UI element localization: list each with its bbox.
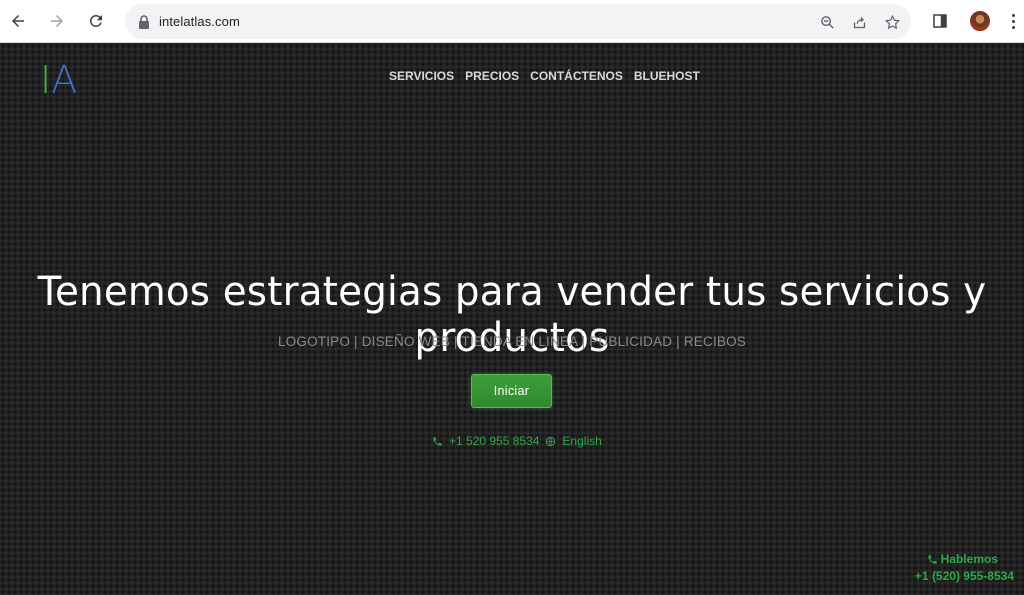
browser-toolbar: intelatlas.com — [0, 0, 1024, 43]
nav-precios[interactable]: PRECIOS — [465, 69, 519, 83]
nav-servicios[interactable]: SERVICIOS — [389, 69, 454, 83]
menu-kebab-icon — [1011, 13, 1015, 29]
language-link[interactable]: English — [562, 434, 601, 448]
hero-subtitle: LOGOTIPO | DISEÑO WEB | TIENDA EN LINEA … — [277, 334, 747, 349]
share-icon — [853, 16, 865, 28]
globe-icon — [546, 436, 556, 446]
address-bar[interactable]: intelatlas.com — [125, 4, 911, 39]
floating-contact[interactable]: Hablemos +1 (520) 955-8534 — [915, 551, 1014, 585]
float-phone[interactable]: +1 (520) 955-8534 — [915, 568, 1014, 585]
forward-button[interactable] — [44, 8, 70, 34]
float-label: Hablemos — [940, 552, 998, 566]
back-button[interactable] — [5, 8, 31, 34]
main-nav: SERVICIOS PRECIOS CONTÁCTENOS BLUEHOST — [389, 69, 700, 83]
nav-contactenos[interactable]: CONTÁCTENOS — [530, 69, 623, 83]
profile-button[interactable] — [967, 8, 993, 34]
share-button[interactable] — [849, 12, 869, 32]
forward-icon — [51, 15, 63, 27]
zoom-icon — [820, 15, 834, 29]
start-button[interactable]: Iniciar — [471, 374, 552, 408]
bookmark-star-icon — [884, 14, 900, 29]
reload-icon — [90, 14, 102, 27]
phone-icon — [928, 555, 937, 564]
back-icon — [12, 15, 24, 27]
landing-page: IA SERVICIOS PRECIOS CONTÁCTENOS BLUEHOS… — [0, 43, 1024, 595]
bookmark-button[interactable] — [882, 12, 902, 32]
nav-bluehost[interactable]: BLUEHOST — [634, 69, 700, 83]
side-panel-button[interactable] — [927, 8, 953, 34]
profile-avatar — [970, 11, 990, 31]
url-text[interactable]: intelatlas.com — [159, 14, 240, 29]
reload-button[interactable] — [83, 8, 109, 34]
phone-icon — [433, 436, 442, 446]
lock-icon — [139, 15, 149, 29]
zoom-button[interactable] — [817, 12, 837, 32]
phone-link[interactable]: +1 520 955 8534 — [449, 434, 539, 448]
browser-menu-button[interactable] — [1005, 8, 1021, 34]
logo-letter-a: A — [51, 58, 78, 102]
side-panel-icon — [933, 14, 947, 28]
site-logo[interactable]: IA — [40, 61, 77, 99]
logo-letter-i: I — [40, 58, 52, 102]
contact-line: +1 520 955 8534 English — [432, 434, 602, 448]
